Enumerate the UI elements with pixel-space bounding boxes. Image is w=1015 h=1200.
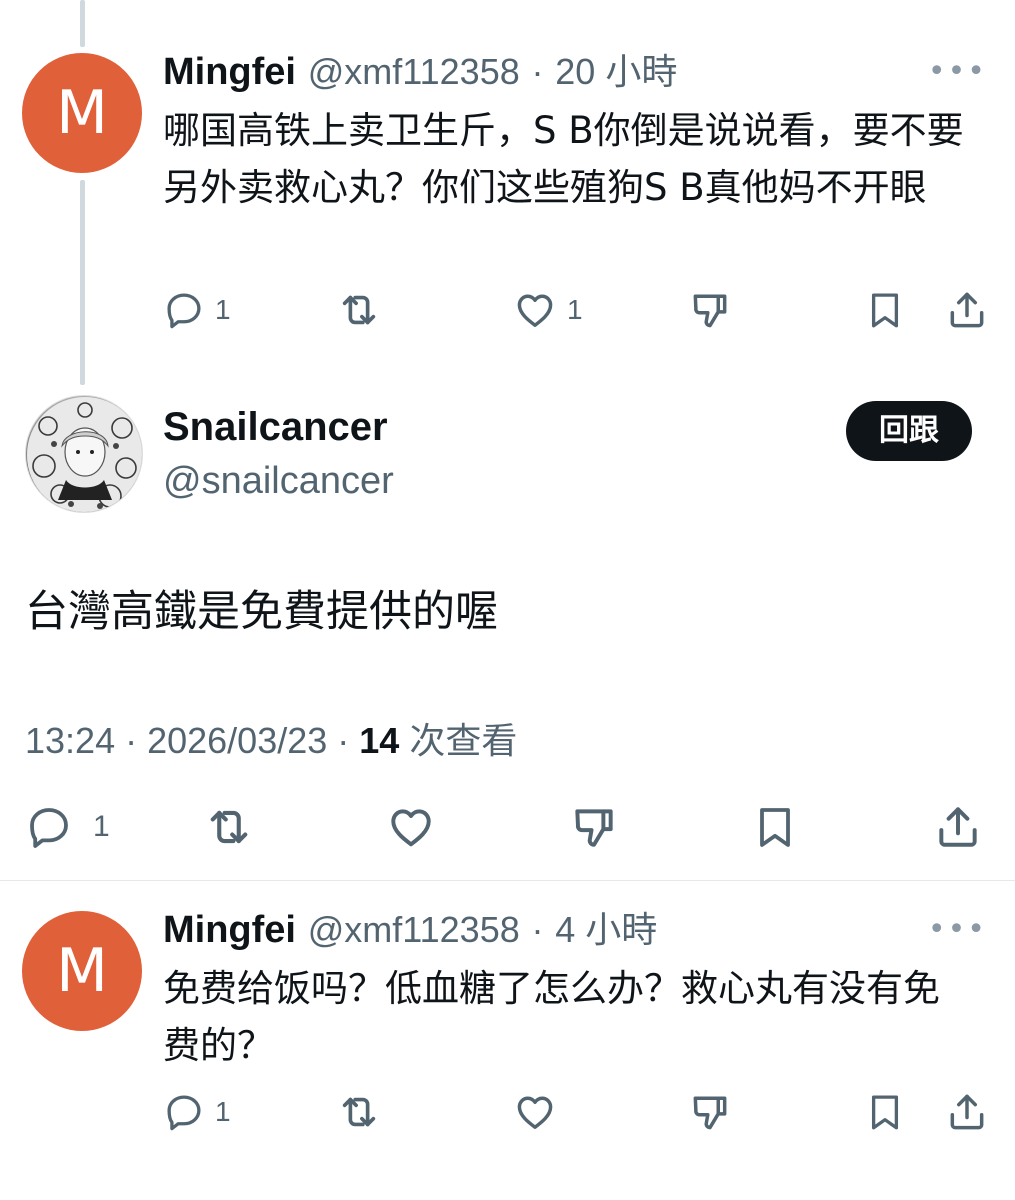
share-icon — [933, 802, 983, 852]
user-handle[interactable]: @xmf112358 — [308, 909, 520, 950]
retweet-icon — [336, 287, 382, 333]
display-name[interactable]: Mingfei — [163, 909, 296, 951]
dislike-icon — [569, 802, 619, 852]
display-name[interactable]: Snailcancer — [163, 405, 388, 450]
separator: · — [531, 51, 544, 92]
bookmark-button[interactable] — [751, 802, 799, 852]
share-button[interactable] — [933, 802, 983, 852]
tweet-text: 免费给饭吗？低血糖了怎么办？救心丸有没有免费的？ — [163, 967, 940, 1067]
retweet-icon — [336, 1089, 382, 1135]
dislike-icon — [688, 288, 732, 332]
share-button[interactable] — [945, 285, 989, 335]
share-icon — [945, 288, 989, 332]
reply-icon — [163, 1091, 205, 1133]
reply-to-button[interactable]: 回跟 — [846, 401, 972, 461]
tweet-header: Mingfei @xmf112358 · 20 小時 — [163, 50, 677, 94]
avatar-illustration — [27, 397, 142, 512]
retweet-button[interactable] — [336, 1087, 382, 1137]
thread-line-bottom — [80, 180, 85, 385]
like-icon — [386, 802, 436, 852]
action-bar: 1 — [0, 802, 1015, 852]
views-label: 次查看 — [409, 720, 518, 761]
post-time[interactable]: 4 小時 — [555, 909, 657, 950]
dislike-icon — [688, 1090, 732, 1134]
dislike-button[interactable] — [688, 285, 732, 335]
more-icon[interactable]: ••• — [928, 54, 987, 89]
thread-line-top — [80, 0, 85, 47]
avatar[interactable] — [25, 395, 143, 513]
bookmark-icon — [864, 289, 906, 331]
user-handle[interactable]: @snailcancer — [163, 460, 394, 503]
like-button[interactable] — [513, 1087, 557, 1137]
reply-button[interactable]: 1 — [163, 285, 231, 335]
like-button[interactable]: 1 — [513, 285, 583, 335]
bookmark-icon — [751, 803, 799, 851]
separator: · — [531, 909, 544, 950]
retweet-button[interactable] — [203, 802, 255, 852]
reply-count: 1 — [215, 294, 231, 325]
views-count: 14 — [359, 720, 400, 761]
reply-button[interactable]: 1 — [25, 802, 110, 852]
retweet-icon — [203, 801, 255, 853]
action-bar: 1 1 — [0, 285, 1015, 335]
bookmark-icon — [864, 1091, 906, 1133]
dislike-button[interactable] — [688, 1087, 732, 1137]
reply-icon — [25, 803, 73, 851]
tweet-text: 台灣高鐵是免費提供的喔 — [25, 587, 498, 637]
like-icon — [513, 1090, 557, 1134]
share-icon — [945, 1090, 989, 1134]
dislike-button[interactable] — [569, 802, 619, 852]
timestamp[interactable]: 13:24 · 2026/03/23 · — [25, 720, 349, 761]
tweet-text: 哪国高铁上卖卫生斤，S B你倒是说说看，要不要另外卖救心丸？你们这些殖狗S B真… — [163, 109, 964, 209]
action-bar: 1 — [0, 1087, 1015, 1137]
bookmark-button[interactable] — [864, 285, 906, 335]
tweet-header: Mingfei @xmf112358 · 4 小時 — [163, 908, 657, 952]
post-time[interactable]: 20 小時 — [555, 51, 677, 92]
divider — [0, 880, 1015, 881]
like-icon — [513, 288, 557, 332]
reply-count: 1 — [93, 810, 110, 843]
retweet-button[interactable] — [336, 285, 382, 335]
reply-button[interactable]: 1 — [163, 1087, 231, 1137]
avatar[interactable]: M — [22, 911, 142, 1031]
like-button[interactable] — [386, 802, 436, 852]
avatar[interactable]: M — [22, 53, 142, 173]
more-icon[interactable]: ••• — [928, 912, 987, 947]
tweet-meta: 13:24 · 2026/03/23 · 14 次查看 — [25, 712, 517, 764]
user-handle[interactable]: @xmf112358 — [308, 51, 520, 92]
bookmark-button[interactable] — [864, 1087, 906, 1137]
display-name[interactable]: Mingfei — [163, 51, 296, 93]
share-button[interactable] — [945, 1087, 989, 1137]
like-count: 1 — [567, 294, 583, 325]
reply-count: 1 — [215, 1096, 231, 1127]
reply-icon — [163, 289, 205, 331]
